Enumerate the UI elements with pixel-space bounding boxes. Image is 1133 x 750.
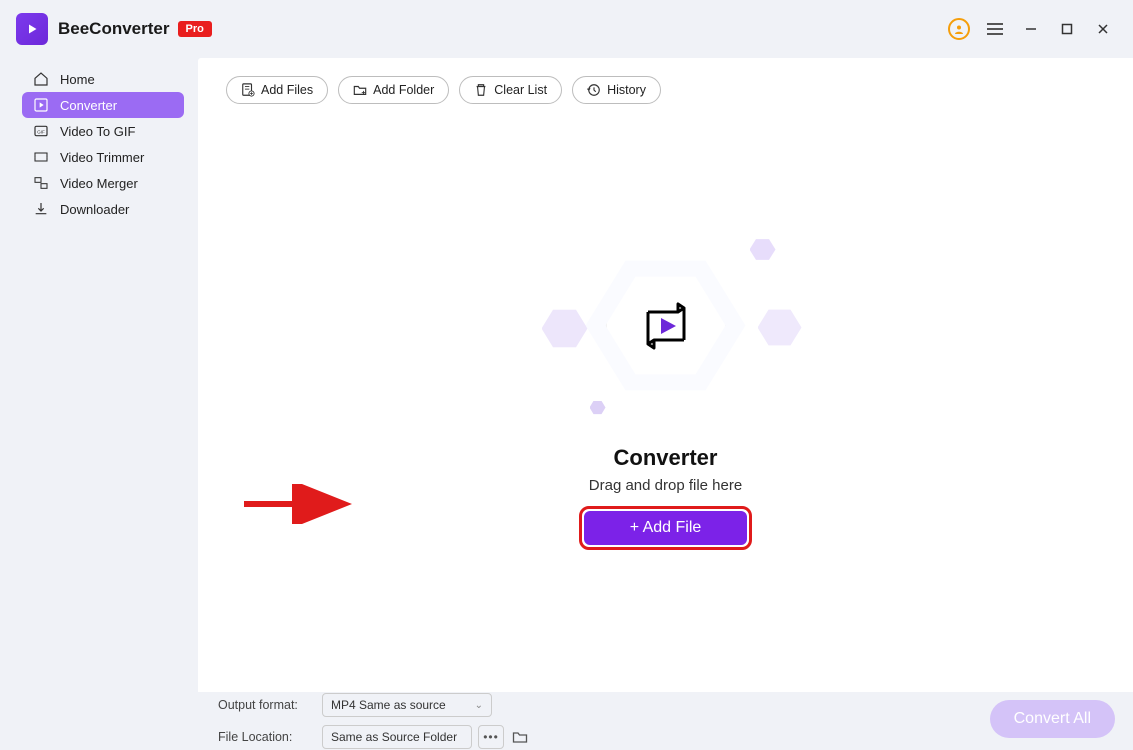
download-icon (32, 200, 50, 218)
main-panel: Add Files Add Folder Clear List History (198, 58, 1133, 692)
button-label: Add Folder (373, 83, 434, 97)
home-icon (32, 70, 50, 88)
file-location-value: Same as Source Folder (331, 730, 457, 744)
hex-decoration-icon (758, 309, 802, 347)
chevron-down-icon: ⌄ (475, 700, 483, 711)
menu-icon (987, 23, 1003, 35)
output-format-select[interactable]: MP4 Same as source ⌄ (322, 693, 492, 717)
user-icon (948, 18, 970, 40)
add-file-button[interactable]: + Add File (584, 511, 748, 545)
sidebar-item-downloader[interactable]: Downloader (22, 196, 184, 222)
trash-icon (474, 83, 488, 97)
converter-icon (32, 96, 50, 114)
user-account-button[interactable] (945, 15, 973, 43)
annotation-highlight: + Add File (579, 506, 753, 550)
bottom-bar: Output format: MP4 Same as source ⌄ File… (0, 692, 1133, 750)
more-icon: ••• (483, 730, 499, 744)
center-subtitle: Drag and drop file here (589, 477, 742, 494)
history-button[interactable]: History (572, 76, 661, 104)
app-body: Home Converter GIF Video To GIF Video Tr… (0, 58, 1133, 692)
sidebar-item-video-merger[interactable]: Video Merger (22, 170, 184, 196)
output-format-value: MP4 Same as source (331, 698, 446, 712)
sidebar-item-label: Video Merger (60, 176, 138, 191)
convert-play-icon (638, 298, 694, 354)
file-location-more-button[interactable]: ••• (478, 725, 504, 749)
add-folder-icon (353, 83, 367, 97)
sidebar: Home Converter GIF Video To GIF Video Tr… (0, 58, 198, 692)
sidebar-item-label: Downloader (60, 202, 129, 217)
sidebar-item-video-trimmer[interactable]: Video Trimmer (22, 144, 184, 170)
toolbar: Add Files Add Folder Clear List History (226, 76, 1105, 104)
drop-area[interactable]: Converter Drag and drop file here + Add … (198, 128, 1133, 652)
button-label: Clear List (494, 83, 547, 97)
file-location-label: File Location: (218, 730, 308, 744)
sidebar-item-label: Converter (60, 98, 117, 113)
clear-list-button[interactable]: Clear List (459, 76, 562, 104)
center-title: Converter (614, 445, 718, 471)
svg-text:GIF: GIF (37, 130, 45, 135)
close-button[interactable] (1089, 15, 1117, 43)
center-graphic (536, 231, 796, 421)
sidebar-item-video-to-gif[interactable]: GIF Video To GIF (22, 118, 184, 144)
menu-button[interactable] (981, 15, 1009, 43)
app-logo-icon (16, 13, 48, 45)
add-folder-button[interactable]: Add Folder (338, 76, 449, 104)
folder-icon (512, 729, 528, 745)
pro-badge: Pro (178, 21, 212, 37)
output-format-label: Output format: (218, 698, 308, 712)
sidebar-item-converter[interactable]: Converter (22, 92, 184, 118)
add-files-button[interactable]: Add Files (226, 76, 328, 104)
sidebar-item-home[interactable]: Home (22, 66, 184, 92)
trimmer-icon (32, 148, 50, 166)
convert-all-button[interactable]: Convert All (990, 700, 1115, 738)
sidebar-item-label: Video Trimmer (60, 150, 144, 165)
app-name: BeeConverter (58, 19, 170, 39)
minimize-button[interactable] (1017, 15, 1045, 43)
button-label: Add Files (261, 83, 313, 97)
add-files-icon (241, 83, 255, 97)
hex-decoration-icon (590, 401, 606, 415)
hex-decoration-icon (750, 239, 776, 261)
button-label: History (607, 83, 646, 97)
open-folder-button[interactable] (510, 727, 530, 747)
sidebar-item-label: Video To GIF (60, 124, 135, 139)
maximize-button[interactable] (1053, 15, 1081, 43)
gif-icon: GIF (32, 122, 50, 140)
hex-decoration-icon (542, 309, 588, 349)
history-icon (587, 83, 601, 97)
minimize-icon (1024, 22, 1038, 36)
titlebar: BeeConverter Pro (0, 0, 1133, 58)
annotation-arrow-icon (240, 484, 360, 524)
merger-icon (32, 174, 50, 192)
sidebar-item-label: Home (60, 72, 95, 87)
maximize-icon (1061, 23, 1073, 35)
file-location-field[interactable]: Same as Source Folder (322, 725, 472, 749)
close-icon (1096, 22, 1110, 36)
